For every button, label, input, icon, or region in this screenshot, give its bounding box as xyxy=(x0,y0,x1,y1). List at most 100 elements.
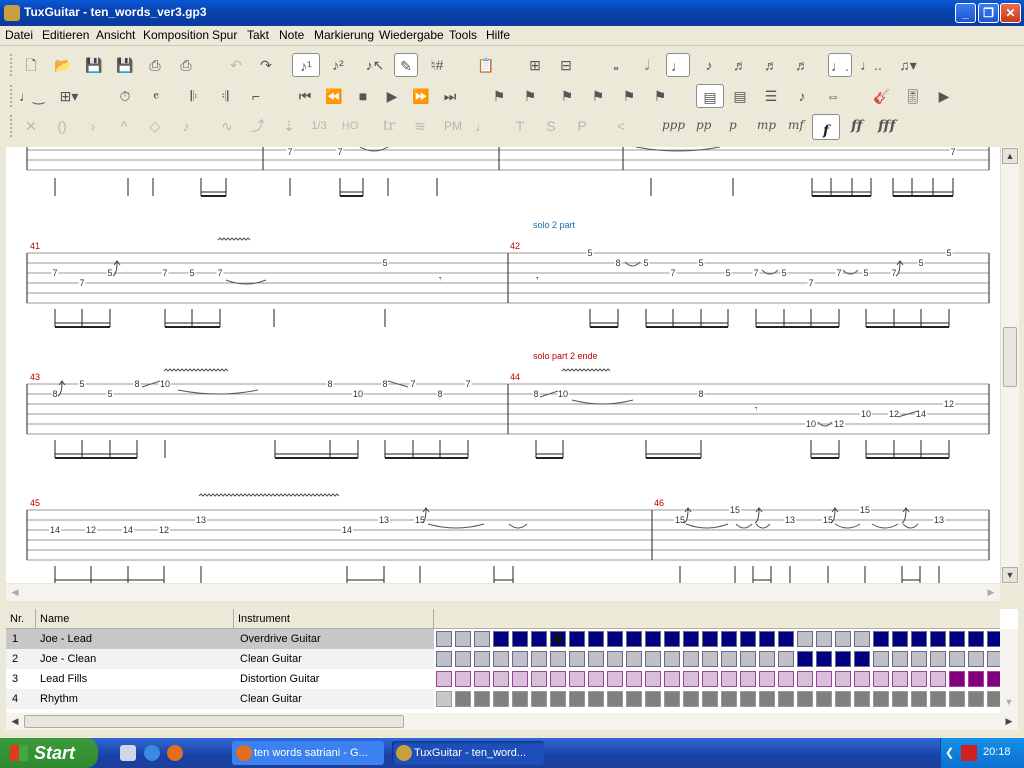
column-header-nr[interactable]: Nr. xyxy=(6,609,36,629)
first-measure-icon[interactable]: ⏮ xyxy=(293,84,317,108)
measure-cell[interactable] xyxy=(493,691,509,707)
measure-cell[interactable] xyxy=(816,671,832,687)
insert-measure-icon[interactable]: ⊞ xyxy=(523,53,547,77)
repeat-open-icon[interactable]: 𝄆 xyxy=(182,84,206,108)
track-row[interactable]: 4 Rhythm Clean Guitar xyxy=(6,689,434,709)
measure-cell[interactable] xyxy=(474,631,490,647)
measure-cell[interactable] xyxy=(436,691,452,707)
dynamic-f-button[interactable]: f xyxy=(812,114,840,140)
track-row[interactable]: 3 Lead Fills Distortion Guitar xyxy=(6,669,434,689)
voice-2-icon[interactable]: ♪² xyxy=(324,53,352,77)
next-measure-icon[interactable]: ⏩ xyxy=(409,84,433,108)
measure-cell[interactable] xyxy=(721,671,737,687)
measure-cell[interactable] xyxy=(892,691,908,707)
antivirus-icon[interactable] xyxy=(961,745,977,761)
measure-cell[interactable] xyxy=(531,651,547,667)
measure-cell[interactable] xyxy=(474,691,490,707)
trill-icon[interactable]: tr xyxy=(377,114,401,138)
measure-cell[interactable] xyxy=(436,651,452,667)
tied-note-icon[interactable]: ♩‿ xyxy=(19,84,44,108)
measure-cell[interactable] xyxy=(607,631,623,647)
measure-cell[interactable] xyxy=(759,691,775,707)
first-marker-icon[interactable]: ⚑ xyxy=(555,84,579,108)
menu-datei[interactable]: Datei xyxy=(5,28,33,42)
whole-note-icon[interactable]: 𝅝 xyxy=(604,53,628,77)
measure-cell[interactable] xyxy=(569,651,585,667)
tablature-canvas[interactable]: 41 42 43 44 45 46 solo 2 part solo part 2 ende 7… xyxy=(6,147,1000,583)
firefox-icon[interactable] xyxy=(167,745,183,761)
maximize-button[interactable]: ❐ xyxy=(978,3,999,23)
select-mode-icon[interactable]: ♪↖ xyxy=(363,53,387,77)
dynamic-mp-button[interactable]: mp xyxy=(757,118,776,132)
measure-cell[interactable] xyxy=(683,691,699,707)
measure-cell[interactable] xyxy=(835,671,851,687)
fade-in-icon[interactable]: < xyxy=(609,114,633,138)
measure-cell[interactable] xyxy=(721,631,737,647)
show-desktop-icon[interactable] xyxy=(120,745,136,761)
accentuated-note-icon[interactable]: › xyxy=(81,114,105,138)
stop-icon[interactable]: ■ xyxy=(351,84,375,108)
measure-cell[interactable] xyxy=(759,671,775,687)
measure-cell[interactable] xyxy=(588,651,604,667)
measure-cell[interactable] xyxy=(607,691,623,707)
menu-editieren[interactable]: Editieren xyxy=(42,28,89,42)
natural-key-icon[interactable]: ♮# xyxy=(425,53,449,77)
measure-cell[interactable] xyxy=(911,691,927,707)
toolbar-grip[interactable] xyxy=(10,54,16,76)
measure-cell[interactable] xyxy=(645,631,661,647)
dead-note-icon[interactable]: ✕ xyxy=(19,114,43,138)
measure-cell[interactable] xyxy=(835,691,851,707)
measure-cell[interactable] xyxy=(949,631,965,647)
menu-tools[interactable]: Tools xyxy=(449,28,477,42)
play-icon[interactable]: ▶ xyxy=(380,84,404,108)
dynamic-mf-button[interactable]: mf xyxy=(788,118,804,132)
measure-cell[interactable] xyxy=(645,651,661,667)
add-marker-icon[interactable]: ⚑ xyxy=(487,84,511,108)
scroll-down-icon[interactable]: ▼ xyxy=(1002,567,1018,583)
measure-cell[interactable] xyxy=(911,671,927,687)
heavy-accent-icon[interactable]: ^ xyxy=(112,114,136,138)
taskbar-firefox-window[interactable]: ten words satriani - G... xyxy=(232,741,384,765)
undo-icon[interactable]: ↶ xyxy=(224,53,248,77)
measure-cell[interactable] xyxy=(569,691,585,707)
menu-hilfe[interactable]: Hilfe xyxy=(486,28,510,42)
measure-cell[interactable] xyxy=(493,651,509,667)
dynamic-ppp-button[interactable]: ppp xyxy=(662,118,685,132)
measure-cell[interactable] xyxy=(607,651,623,667)
measure-cell[interactable] xyxy=(474,651,490,667)
measure-cell[interactable] xyxy=(493,671,509,687)
transport-play-icon[interactable]: ▶ xyxy=(932,84,956,108)
measure-cell[interactable] xyxy=(797,631,813,647)
sixteenth-note-icon[interactable]: ♬ xyxy=(728,53,752,77)
measure-cell[interactable] xyxy=(740,671,756,687)
measure-cell[interactable] xyxy=(987,691,1000,707)
menu-ansicht[interactable]: Ansicht xyxy=(96,28,135,42)
measure-cell[interactable] xyxy=(721,651,737,667)
tempo-metronome-icon[interactable]: ⏱ xyxy=(113,84,137,108)
measure-cell[interactable] xyxy=(816,691,832,707)
measure-cell[interactable] xyxy=(683,671,699,687)
measure-cell[interactable] xyxy=(531,671,547,687)
scroll-left-icon[interactable]: ◀ xyxy=(7,585,23,601)
voice-1-icon[interactable]: ♪¹ xyxy=(292,53,320,77)
measure-cell[interactable] xyxy=(455,671,471,687)
measure-cell[interactable] xyxy=(930,691,946,707)
new-file-icon[interactable]: 🗋 xyxy=(19,53,43,77)
measure-cell[interactable] xyxy=(873,651,889,667)
measure-cell[interactable] xyxy=(740,691,756,707)
eighth-note-icon[interactable]: ♪ xyxy=(697,53,721,77)
measure-cell[interactable] xyxy=(797,671,813,687)
slapping-icon[interactable]: S xyxy=(539,114,563,138)
measure-cell[interactable] xyxy=(531,691,547,707)
time-signature-dropdown-icon[interactable]: ⊞▾ xyxy=(50,84,88,108)
palm-mute-icon[interactable]: PM xyxy=(439,114,467,138)
measure-cell[interactable] xyxy=(778,631,794,647)
menu-markierung[interactable]: Markierung xyxy=(314,28,374,42)
measure-cell[interactable] xyxy=(455,651,471,667)
measure-cell[interactable] xyxy=(683,651,699,667)
measure-cell[interactable] xyxy=(702,671,718,687)
measure-cell[interactable] xyxy=(930,651,946,667)
vibrato-icon[interactable]: ∿ xyxy=(215,114,239,138)
score-vertical-scrollbar[interactable]: ▲ ▼ xyxy=(1000,147,1019,584)
multitrack-layout-icon[interactable]: ☰ xyxy=(759,84,783,108)
